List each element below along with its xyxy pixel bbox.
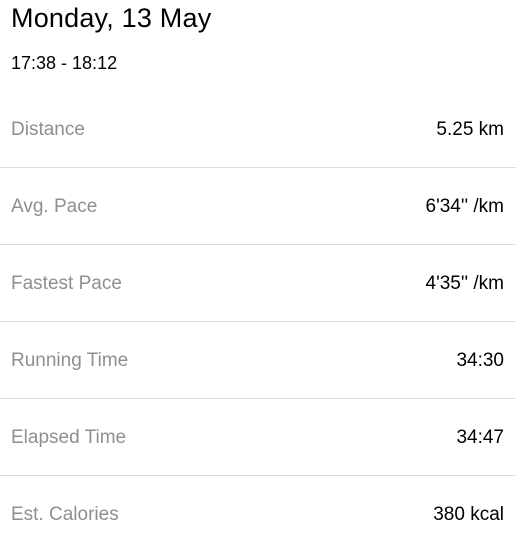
time-range: 17:38 - 18:12 xyxy=(11,53,118,73)
stat-value: 34:30 xyxy=(456,349,504,371)
stat-label: Elapsed Time xyxy=(11,426,127,448)
stat-value: 4'35'' /km xyxy=(425,272,504,294)
stat-row-avg-pace: Avg. Pace 6'34'' /km xyxy=(0,169,516,245)
stat-label: Running Time xyxy=(11,349,129,371)
stats-list: Distance 5.25 km Avg. Pace 6'34'' /km Fa… xyxy=(0,92,516,554)
stat-value: 5.25 km xyxy=(436,118,504,140)
stat-label: Avg. Pace xyxy=(11,195,98,217)
stat-row-fastest-pace: Fastest Pace 4'35'' /km xyxy=(0,246,516,322)
stat-label: Est. Calories xyxy=(11,504,119,525)
stat-row-elapsed-time: Elapsed Time 34:47 xyxy=(0,400,516,476)
stat-row-distance: Distance 5.25 km xyxy=(0,92,516,168)
stat-value: 34:47 xyxy=(456,426,504,448)
page-title: Monday, 13 May xyxy=(11,3,212,33)
workout-header: Monday, 13 May 17:38 - 18:12 xyxy=(0,0,516,74)
stat-row-running-time: Running Time 34:30 xyxy=(0,323,516,399)
stat-label: Distance xyxy=(11,118,85,140)
stat-label: Fastest Pace xyxy=(11,272,122,294)
stat-row-est-calories: Est. Calories 380 kcal xyxy=(0,477,516,553)
stat-value: 6'34'' /km xyxy=(425,195,504,217)
stat-value: 380 kcal xyxy=(433,504,504,525)
